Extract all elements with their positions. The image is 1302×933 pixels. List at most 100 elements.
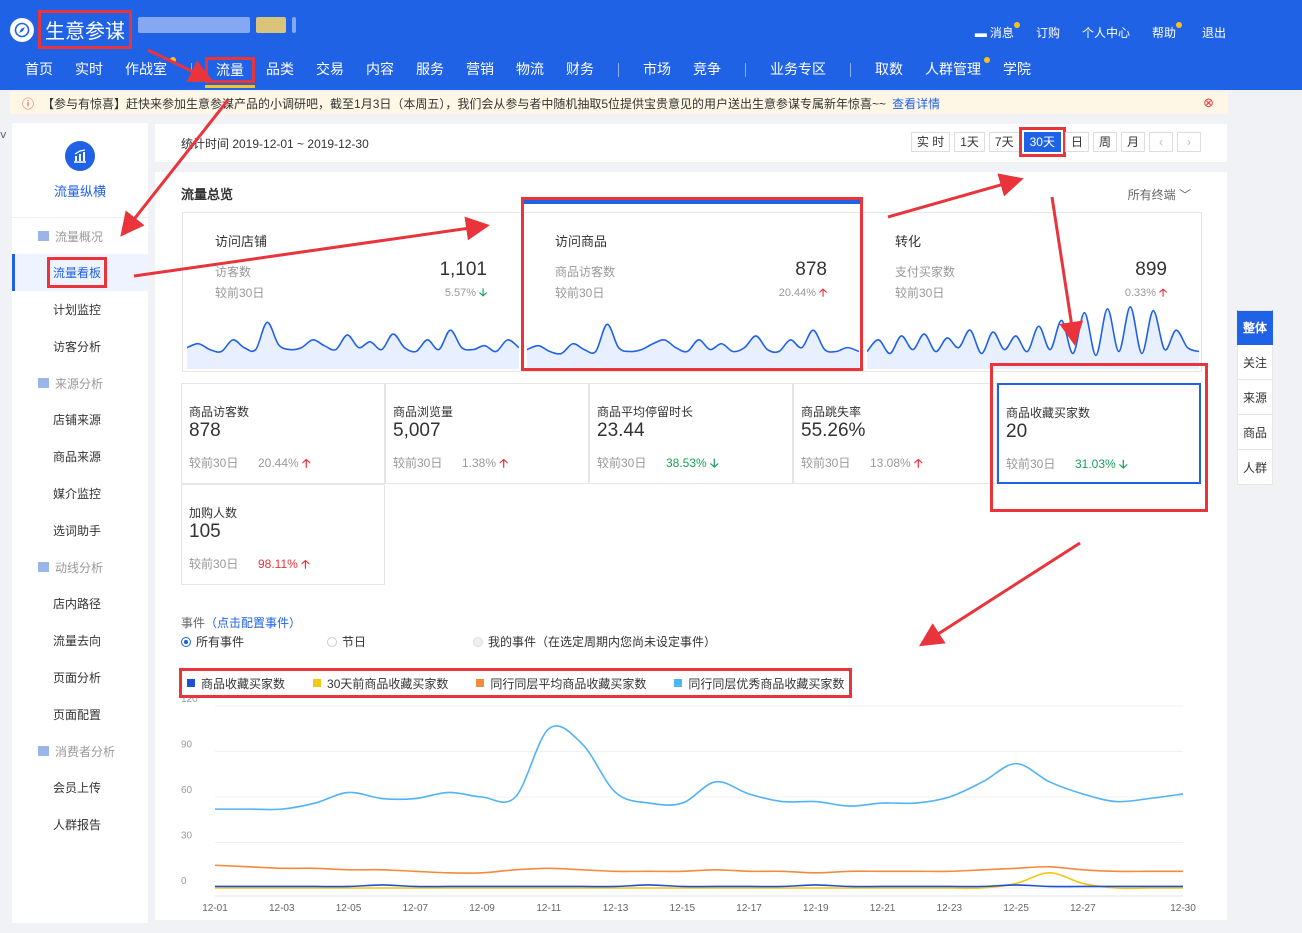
nav-content[interactable]: 内容 [355,57,405,83]
nav-warroom[interactable]: 作战室 [114,57,178,83]
chart-icon [65,140,95,171]
nav-category[interactable]: 品类 [255,57,305,83]
nav-traffic[interactable]: 流量 [205,57,255,88]
logout-link[interactable]: 退出 [1202,24,1226,41]
notice-details-link[interactable]: 查看详情 [892,95,940,112]
nav-data-fetch[interactable]: 取数 [864,57,914,83]
sidebar-item-in-shop-path[interactable]: 店内路径 [12,585,148,622]
sidebar-item-shop-source[interactable]: 店铺来源 [12,401,148,438]
legend-item[interactable]: 商品收藏买家数 [187,675,285,692]
tab-product[interactable]: 商品 [1237,415,1273,450]
warning-icon: ⓘ [22,96,35,111]
annotation-box-metric [990,363,1208,512]
y-tick-label: 0 [181,876,187,887]
app-title: 生意参谋 [38,10,132,49]
subscribe-link[interactable]: 订购 [1036,24,1060,41]
sidebar-item-media-monitor[interactable]: 媒介监控 [12,475,148,512]
radio-disabled-icon [473,636,483,647]
main-panel: 流量总览 所有终端 ﹀ 访问店铺 访客数 较前30日 1,101 5.57% 🡣… [155,172,1227,920]
sparkline [187,321,519,369]
metric-card[interactable]: 商品平均停留时长 23.44 较前30日 38.53% 🡣 [589,383,793,484]
notification-dot [1013,22,1020,28]
x-tick-label: 12-11 [536,903,561,914]
sidebar-item-traffic-destination[interactable]: 流量去向 [12,622,148,659]
metric-card[interactable]: 商品跳失率 55.26% 较前30日 13.08% 🡡 [793,383,997,484]
range-7day-button[interactable]: 7天 [988,132,1020,152]
nav-competition[interactable]: 竞争 [682,57,732,83]
sidebar-group: 来源分析 [12,365,148,401]
range-month-button[interactable]: 月 [1120,132,1145,152]
chevron-down-icon: ﹀ [1178,188,1191,202]
x-tick-label: 12-23 [937,903,963,914]
panel-title: 流量总览 [181,187,234,202]
nav-home[interactable]: 首页 [14,57,64,83]
legend-item[interactable]: 同行同层平均商品收藏买家数 [476,675,646,692]
nav-trade[interactable]: 交易 [305,57,355,83]
radio-holidays[interactable]: 节日 [327,633,473,650]
metric-card[interactable]: 商品访客数 878 较前30日 20.44% 🡡 [181,383,385,484]
building-icon [38,378,49,388]
main-nav: 首页 实时 作战室 流量 品类 交易 内容 服务 营销 物流 财务 市场 竞争 … [14,56,1042,88]
sidebar-item-crowd-report[interactable]: 人群报告 [12,806,148,843]
metric-card[interactable]: 加购人数 105 较前30日 98.11% 🡡 [181,484,385,585]
tab-overall[interactable]: 整体 [1237,310,1273,345]
range-1day-button[interactable]: 1天 [954,132,985,152]
sidebar-item-page-config[interactable]: 页面配置 [12,696,148,733]
user-center-link[interactable]: 个人中心 [1082,24,1130,41]
series-line [214,864,1183,874]
x-tick-label: 12-09 [469,903,495,914]
range-realtime-button[interactable]: 实 时 [910,132,951,152]
range-week-button[interactable]: 周 [1092,132,1117,152]
sidebar-item-traffic-board[interactable]: 流量看板 [12,254,148,291]
edge-fragment: ⅴ [0,129,7,141]
nav-market[interactable]: 市场 [632,57,682,83]
overview-card-shop[interactable]: 访问店铺 访客数 较前30日 1,101 5.57% 🡣 [183,213,523,371]
nav-finance[interactable]: 财务 [555,57,605,83]
nav-service[interactable]: 服务 [405,57,455,83]
overview-card-conversion[interactable]: 转化 支付买家数 较前30日 899 0.33% 🡡 [863,213,1203,371]
nav-realtime[interactable]: 实时 [64,57,114,83]
arrow-down-icon: 🡣 [479,287,487,299]
help-link[interactable]: 帮助 [1152,22,1182,41]
tab-source[interactable]: 来源 [1237,380,1273,415]
shop-name-blurred [138,17,296,33]
terminal-select[interactable]: 所有终端 ﹀ [1128,186,1191,203]
prev-period-icon[interactable]: ‹ [1149,132,1173,152]
radio-checked-icon [181,636,191,647]
x-tick-label: 12-13 [603,903,629,914]
messages-link[interactable]: ▬ 消息 [974,22,1020,41]
tab-follow[interactable]: 关注 [1237,345,1273,380]
nav-logistics[interactable]: 物流 [505,57,555,83]
app-logo[interactable]: 生意参谋 [10,10,132,49]
sidebar-title: 流量纵横 [53,183,106,199]
legend-item[interactable]: 同行同层优秀商品收藏买家数 [674,675,844,692]
nav-academy[interactable]: 学院 [992,57,1042,83]
nav-marketing[interactable]: 营销 [455,57,505,83]
range-30day-button[interactable]: 30天 [1018,127,1067,157]
sidebar-item-keyword-helper[interactable]: 选词助手 [12,512,148,549]
top-links: ▬ 消息 订购 个人中心 帮助 退出 [974,22,1226,41]
config-events-link[interactable]: （点击配置事件） [205,616,301,630]
x-tick-label: 12-17 [736,903,762,914]
building-icon [38,231,49,241]
radio-all-events[interactable]: 所有事件 [181,633,327,650]
x-tick-label: 12-25 [1003,903,1029,914]
legend-item[interactable]: 30天前商品收藏买家数 [313,675,448,692]
overview-value: 1,101 [439,259,487,280]
tab-crowd[interactable]: 人群 [1237,450,1273,485]
message-icon: ▬ [974,25,987,40]
close-icon[interactable]: ⊗ [1203,95,1214,111]
range-day-button[interactable]: 日 [1064,132,1089,152]
metric-card[interactable]: 商品浏览量 5,007 较前30日 1.38% 🡡 [385,383,589,484]
sidebar-item-plan-monitor[interactable]: 计划监控 [12,291,148,328]
sidebar-item-visitor-analysis[interactable]: 访客分析 [12,328,148,365]
sidebar-item-product-source[interactable]: 商品来源 [12,438,148,475]
x-tick-label: 12-21 [870,903,896,914]
nav-crowd-management[interactable]: 人群管理 [914,57,992,83]
sidebar-item-member-upload[interactable]: 会员上传 [12,769,148,806]
nav-business-zone[interactable]: 业务专区 [759,57,837,83]
notification-dot [1175,22,1182,28]
sidebar-item-page-analysis[interactable]: 页面分析 [12,659,148,696]
x-tick-label: 12-01 [202,903,228,914]
next-period-icon[interactable]: › [1177,132,1201,152]
